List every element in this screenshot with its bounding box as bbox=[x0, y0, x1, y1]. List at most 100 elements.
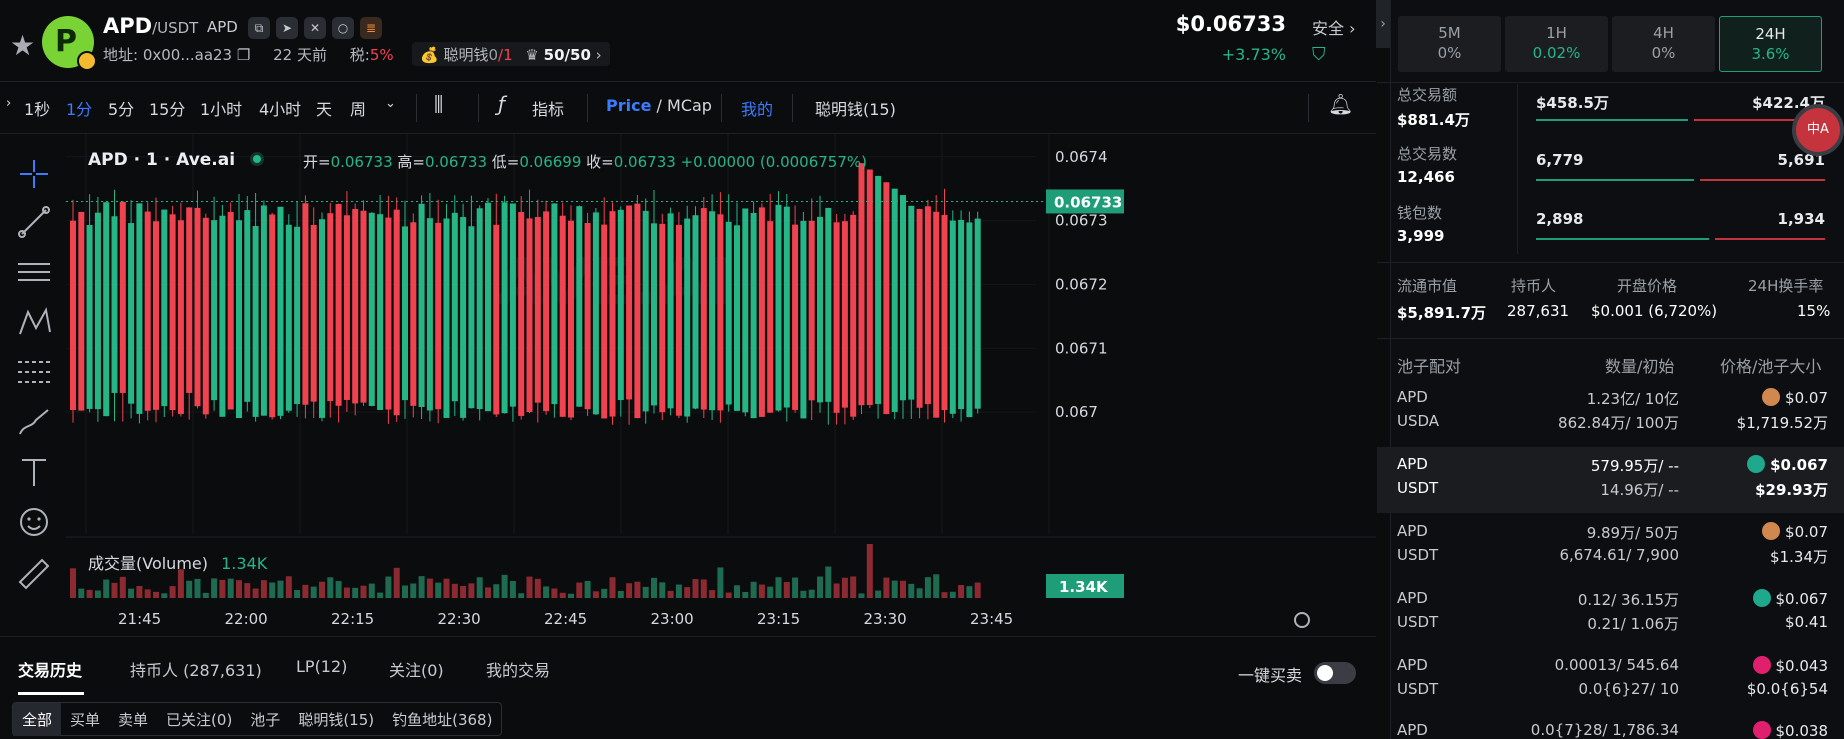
copy-icon[interactable]: ❐ bbox=[237, 46, 250, 64]
safety-link[interactable]: 安全 › bbox=[1312, 15, 1356, 39]
timeframe-24h[interactable]: 24H 3.6% bbox=[1719, 16, 1822, 72]
candle-body bbox=[161, 209, 168, 407]
brush-icon[interactable] bbox=[14, 402, 54, 442]
chevron-right-icon[interactable]: › bbox=[6, 96, 11, 111]
tab-holders[interactable]: 持币人 (287,631) bbox=[130, 657, 262, 681]
website-icon[interactable]: ⧉ bbox=[248, 17, 270, 39]
open-price-value: $0.001 (6,720%) bbox=[1591, 302, 1718, 320]
candle-body bbox=[410, 222, 417, 406]
tab-trade-history[interactable]: 交易历史 bbox=[18, 657, 82, 681]
pair-title: APD/USDT bbox=[103, 14, 198, 38]
filter-all[interactable]: 全部 bbox=[13, 703, 62, 736]
collapse-panel-button[interactable]: › bbox=[1376, 0, 1390, 48]
filter-phishing[interactable]: 钓鱼地址(368) bbox=[383, 703, 501, 736]
indicator-fx-icon[interactable]: ƒ bbox=[498, 92, 505, 116]
interval-day[interactable]: 天 bbox=[316, 96, 332, 120]
candle-body bbox=[850, 214, 857, 417]
emoji-icon[interactable] bbox=[14, 502, 54, 542]
volume-bar bbox=[285, 576, 292, 598]
interval-5m[interactable]: 5分 bbox=[108, 96, 134, 120]
pool-row[interactable]: APD 1.23亿/ 10亿 USDA 862.84万/ 100万 $0.07 … bbox=[1377, 380, 1844, 446]
pool-amount-header: 数量/初始 bbox=[1605, 357, 1675, 376]
tab-following[interactable]: 关注(0) bbox=[389, 657, 444, 681]
pattern-icon[interactable] bbox=[14, 302, 54, 342]
tab-my-trades[interactable]: 我的交易 bbox=[486, 657, 550, 681]
y-tick-label: 0.0673 bbox=[1055, 212, 1108, 230]
low-value: 0.06699 bbox=[519, 153, 582, 171]
search-icon[interactable]: ○ bbox=[332, 17, 354, 39]
ruler-icon[interactable] bbox=[14, 554, 54, 594]
indicators-button[interactable]: 指标 bbox=[532, 96, 564, 120]
timeframe-4h[interactable]: 4H 0% bbox=[1612, 16, 1715, 72]
candle-body bbox=[94, 212, 101, 410]
price-mcap-toggle[interactable]: Price / MCap bbox=[606, 96, 712, 115]
interval-1m[interactable]: 1分 bbox=[66, 96, 92, 120]
volume-bar bbox=[792, 577, 799, 598]
timeframe-1h[interactable]: 1H 0.02% bbox=[1505, 16, 1608, 72]
volume-bar bbox=[202, 592, 209, 598]
filter-smart-money[interactable]: 聪明钱(15) bbox=[289, 703, 383, 736]
smart-money-button[interactable]: 聪明钱(15) bbox=[815, 96, 896, 120]
interval-1h[interactable]: 1小时 bbox=[200, 96, 242, 120]
filter-pool[interactable]: 池子 bbox=[241, 703, 289, 736]
candle-body bbox=[601, 224, 608, 419]
candle-body bbox=[518, 212, 525, 416]
open-value: 0.06733 bbox=[330, 153, 393, 171]
filter-sell[interactable]: 卖单 bbox=[109, 703, 157, 736]
pool-row[interactable]: APD 0.12/ 36.15万 USDT 0.21/ 1.06万 $0.067… bbox=[1377, 581, 1844, 647]
pool-row[interactable]: APD 9.89万/ 50万 USDT 6,674.61/ 7,900 $0.0… bbox=[1377, 514, 1844, 580]
translate-float-button[interactable]: 中A bbox=[1792, 104, 1844, 156]
smart-money-pill[interactable]: 💰 聪明钱0/1 ♛ 50/50 › bbox=[412, 42, 610, 66]
candle-body bbox=[509, 203, 516, 407]
candle-type-icon[interactable]: ⫼ bbox=[434, 92, 443, 116]
volume-bar bbox=[435, 582, 442, 598]
pool-row-selected[interactable]: APD 579.95万/ -- USDT 14.96万/ -- $0.067 $… bbox=[1377, 447, 1844, 513]
volume-bar bbox=[194, 578, 201, 598]
volume-bar bbox=[94, 590, 101, 598]
interval-1s[interactable]: 1秒 bbox=[24, 96, 50, 120]
volume-bar bbox=[509, 581, 516, 598]
telegram-icon[interactable]: ➤ bbox=[276, 17, 298, 39]
txns-buy: 6,779 bbox=[1536, 151, 1584, 169]
tab-lp[interactable]: LP(12) bbox=[296, 657, 347, 676]
volume-bar bbox=[634, 581, 641, 598]
pool-amt2: 0.0{6}27/ 10 bbox=[1578, 680, 1679, 698]
text-tool-icon[interactable] bbox=[14, 452, 54, 492]
quick-trade-toggle[interactable] bbox=[1314, 662, 1356, 684]
symbol-tag: APD bbox=[207, 18, 238, 36]
crosshair-icon[interactable] bbox=[14, 154, 54, 194]
volume-bar bbox=[186, 580, 193, 598]
volume-bar bbox=[800, 590, 807, 598]
favorite-star-icon[interactable]: ★ bbox=[10, 29, 35, 62]
pool-row[interactable]: APD 0.0{7}28/ 1,786.34 $0.038 bbox=[1377, 715, 1844, 739]
timeframe-5m[interactable]: 5M 0% bbox=[1398, 16, 1501, 72]
candle-body bbox=[949, 220, 956, 414]
coins-icon[interactable]: ≣ bbox=[360, 17, 382, 39]
pool-sym2: USDT bbox=[1397, 479, 1439, 497]
candle-body bbox=[485, 202, 491, 412]
volume-bar bbox=[750, 581, 757, 598]
x-twitter-icon[interactable]: ✕ bbox=[304, 17, 326, 39]
fib-levels-icon[interactable] bbox=[14, 352, 54, 392]
interval-4h[interactable]: 4小时 bbox=[259, 96, 301, 120]
trend-line-icon[interactable] bbox=[14, 202, 54, 242]
chevron-down-icon[interactable]: ⌄ bbox=[385, 96, 396, 111]
contract-address[interactable]: 地址: 0x00...aa23 bbox=[103, 46, 232, 64]
pool-row[interactable]: APD 0.00013/ 545.64 USDT 0.0{6}27/ 10 $0… bbox=[1377, 648, 1844, 714]
chart-symbol-label: APD · 1 · Ave.ai bbox=[88, 150, 236, 170]
volume-bar bbox=[169, 586, 176, 598]
mine-button[interactable]: 我的 bbox=[741, 96, 773, 120]
volume-bar bbox=[858, 593, 865, 598]
bell-icon[interactable]: 🔔︎ bbox=[1328, 92, 1353, 116]
volume-bar bbox=[576, 582, 583, 598]
candle-body bbox=[343, 215, 350, 400]
bnb-chain-icon bbox=[77, 51, 97, 71]
volume-bar bbox=[551, 588, 558, 598]
filter-followed[interactable]: 已关注(0) bbox=[157, 703, 241, 736]
chart-toolbar: › 1秒 1分 5分 15分 1小时 4小时 天 周 ⌄ ⫼ ƒ 指标 Pric… bbox=[0, 82, 1376, 134]
parallel-lines-icon[interactable] bbox=[14, 252, 54, 292]
filter-buy[interactable]: 买单 bbox=[61, 703, 109, 736]
interval-15m[interactable]: 15分 bbox=[149, 96, 185, 120]
volume-bar bbox=[684, 587, 691, 598]
interval-week[interactable]: 周 bbox=[350, 96, 366, 120]
